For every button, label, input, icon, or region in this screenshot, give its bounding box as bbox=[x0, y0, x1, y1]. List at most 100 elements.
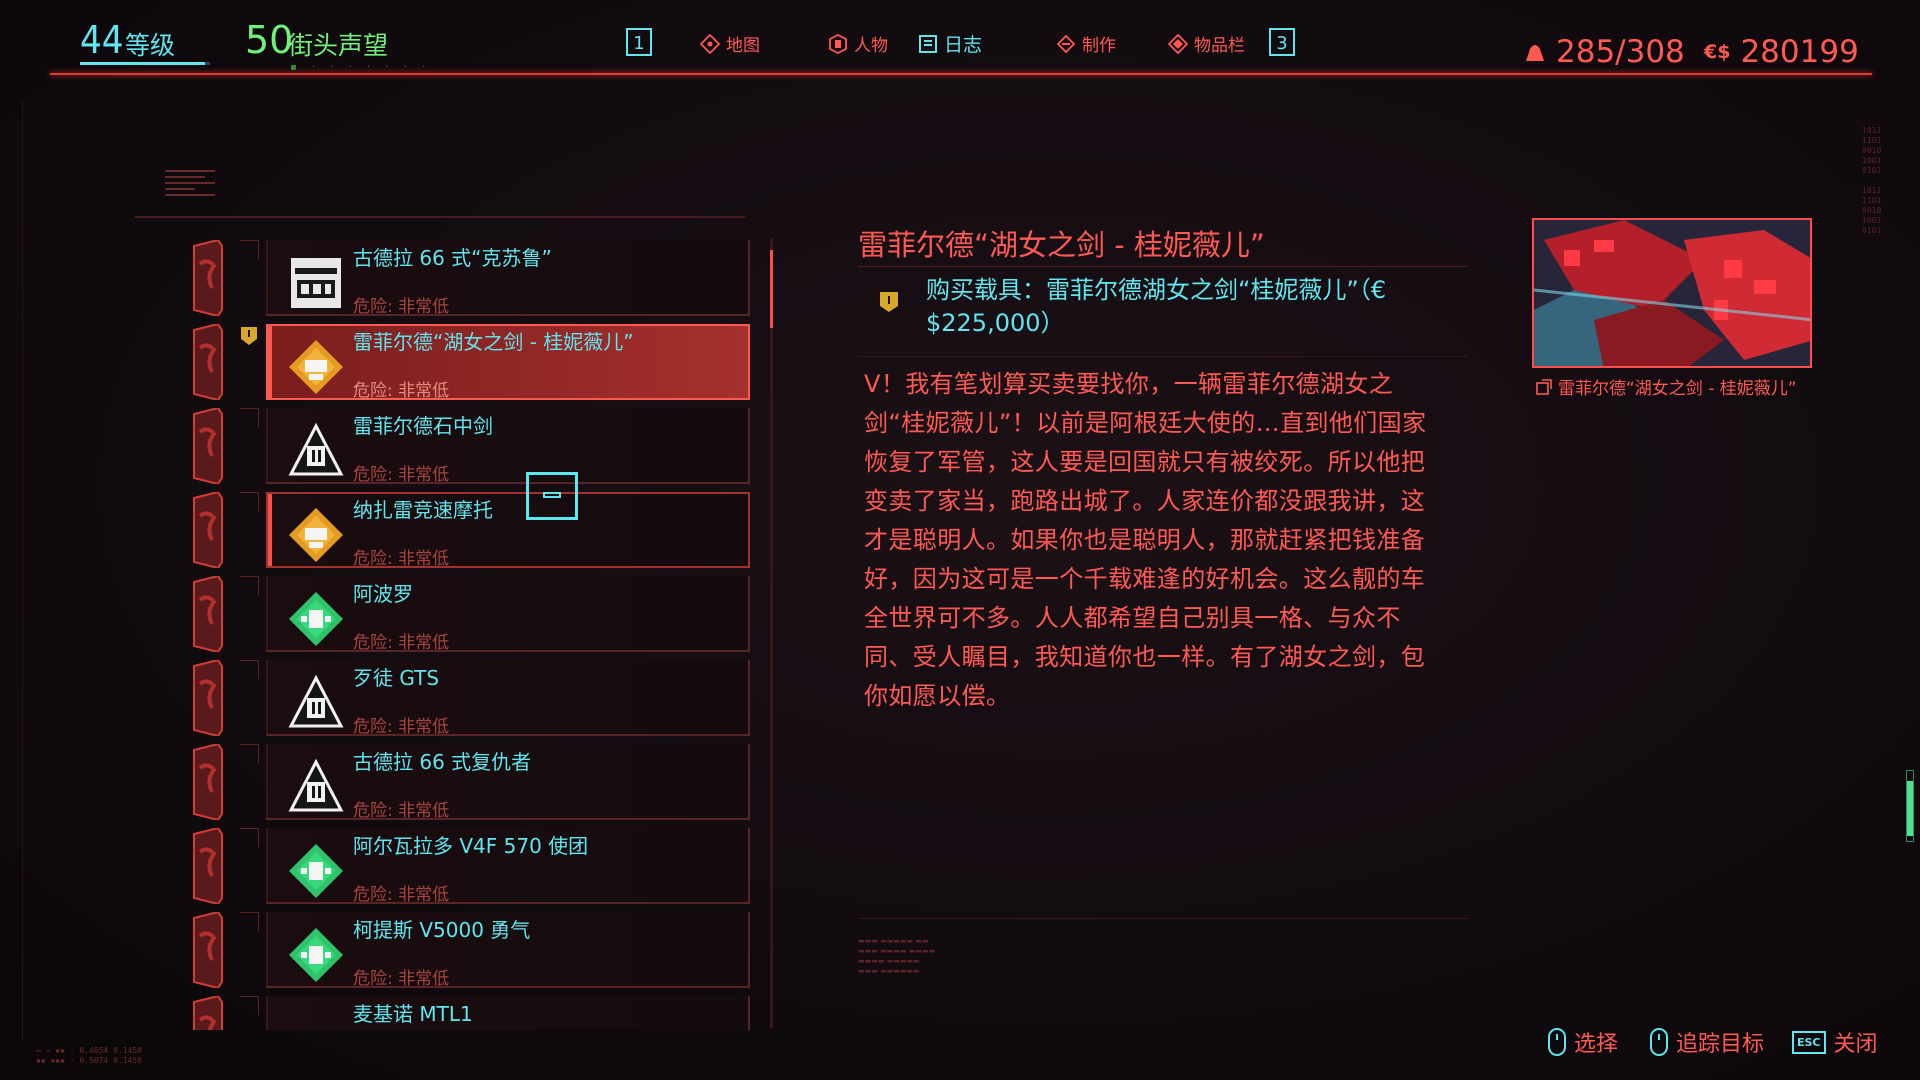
gig-category-tab-icon bbox=[193, 324, 223, 400]
gig-category-tab-icon bbox=[193, 576, 223, 652]
list-scrollbar[interactable] bbox=[770, 238, 773, 1028]
right-scroll-indicator bbox=[1906, 770, 1914, 842]
gig-list-item[interactable]: 阿尔瓦拉多 V4F 570 使团 危险: 非常低 bbox=[190, 828, 760, 912]
prev-tab-key[interactable]: 1 bbox=[626, 28, 652, 56]
gig-risk-level: 危险: 非常低 bbox=[353, 717, 450, 737]
gig-title: 歹徒 GTS bbox=[353, 666, 440, 690]
gig-title: 古德拉 66 式“克苏鲁” bbox=[353, 246, 552, 270]
detail-divider bbox=[858, 266, 1468, 267]
gig-list-item[interactable]: 古德拉 66 式“克苏鲁” 危险: 非常低 bbox=[190, 240, 760, 324]
nav-tab-map-label: 地图 bbox=[726, 36, 760, 56]
level-progress-bar bbox=[80, 62, 210, 65]
gig-risk-level: 危险: 非常低 bbox=[353, 549, 450, 569]
hw-icon bbox=[289, 844, 343, 898]
gig-risk-level: 危险: 非常低 bbox=[353, 885, 450, 905]
mouse-right-icon bbox=[1650, 1028, 1668, 1056]
gig-list-item[interactable]: 柯提斯 V5000 勇气 危险: 非常低 bbox=[190, 912, 760, 996]
gig-list-item[interactable]: 雷菲尔德“湖女之剑 - 桂妮薇儿” 危险: 非常低 bbox=[190, 324, 760, 408]
gig-category-tab-icon bbox=[193, 996, 223, 1030]
nav-tab-character[interactable]: 人物 bbox=[828, 31, 888, 56]
gig-title: 阿波罗 bbox=[353, 582, 413, 606]
gig-title: 古德拉 66 式复仇者 bbox=[353, 750, 532, 774]
gig-category-tab-icon bbox=[193, 912, 223, 988]
next-tab-key[interactable]: 3 bbox=[1269, 28, 1295, 56]
hint-close[interactable]: ESC 关闭 bbox=[1792, 1026, 1878, 1058]
gig-corner-bracket bbox=[240, 660, 259, 679]
hint-track[interactable]: 追踪目标 bbox=[1650, 1026, 1764, 1058]
binary-decoration: 1011 1101 0010 1001 0101 1011 1101 0010 1001 0101 bbox=[1862, 126, 1882, 235]
gig-category-tab-icon bbox=[193, 492, 223, 568]
map-caption-text: 雷菲尔德“湖女之剑 - 桂妮薇儿” bbox=[1558, 379, 1797, 399]
gig-category-tab-icon bbox=[193, 408, 223, 484]
gig-list-item[interactable]: 麦基诺 MTL1 bbox=[190, 996, 760, 1030]
objective-text[interactable]: 购买载具：雷菲尔德湖女之剑“桂妮薇儿”（€$225,000） bbox=[926, 274, 1446, 340]
carry-weight-value: 285/308 bbox=[1556, 34, 1685, 70]
gig-category-tab-icon bbox=[193, 744, 223, 820]
hint-track-label: 追踪目标 bbox=[1676, 1032, 1765, 1057]
gig-list: 古德拉 66 式“克苏鲁” 危险: 非常低 雷菲尔德“湖女之剑 - 桂妮薇儿” 危险:… bbox=[190, 240, 760, 1030]
money-value: 280199 bbox=[1740, 34, 1859, 70]
gig-risk-level: 危险: 非常低 bbox=[353, 297, 450, 317]
detail-divider-2 bbox=[858, 356, 1468, 357]
hint-close-label: 关闭 bbox=[1833, 1032, 1878, 1057]
gig-category-tab-icon bbox=[193, 660, 223, 736]
inventory-icon bbox=[1168, 33, 1188, 54]
gig-list-item[interactable]: 阿波罗危险: 非常低 bbox=[190, 576, 760, 660]
nav-tab-inventory[interactable]: 物品栏 bbox=[1168, 31, 1245, 56]
hint-select[interactable]: 选择 bbox=[1548, 1026, 1618, 1058]
gig-title: 纳扎雷竞速摩托 bbox=[353, 498, 493, 522]
file-metadata-decoration: ▬▬▬ ▬▬▬▬▬ ▬▬ ▬▬▬ ▬▬▬▬ ▬▬▬▬ ▬▬▬▬ ▬▬▬▬▬ ▬▬▬ ▬… bbox=[858, 937, 936, 975]
gig-list-item[interactable]: 雷菲尔德石中剑危险: 非常低 bbox=[190, 408, 760, 492]
gig-title: 雷菲尔德“湖女之剑 - 桂妮薇儿” bbox=[353, 330, 634, 354]
character-icon bbox=[829, 33, 847, 54]
gig-list-item[interactable]: 歹徒 GTS 危险: 非常低 bbox=[190, 660, 760, 744]
nav-tab-crafting-label: 制作 bbox=[1082, 36, 1116, 56]
street-cred-label: 街头声望 bbox=[288, 31, 389, 60]
left-side-decoration bbox=[0, 100, 23, 1040]
street-cred-value: 50 bbox=[245, 18, 294, 62]
gig-risk-level: 危险: 非常低 bbox=[353, 381, 450, 401]
money: €$ 280199 bbox=[1704, 34, 1859, 70]
list-top-divider bbox=[135, 216, 745, 222]
list-scrollbar-thumb[interactable] bbox=[770, 250, 773, 328]
gig-card[interactable] bbox=[266, 996, 750, 1030]
centep-icon bbox=[288, 422, 344, 476]
wb-icon bbox=[289, 508, 343, 562]
journal-icon bbox=[919, 34, 937, 53]
watson-icon bbox=[291, 258, 341, 308]
gig-title: 麦基诺 MTL1 bbox=[353, 1002, 473, 1026]
carry-weight: 285/308 bbox=[1524, 34, 1685, 70]
location-map-thumbnail[interactable] bbox=[1532, 218, 1812, 368]
map-caption: 雷菲尔德“湖女之剑 - 桂妮薇儿” bbox=[1536, 374, 1797, 399]
gig-category-tab-icon bbox=[193, 240, 223, 316]
nav-tab-map[interactable]: 地图 bbox=[700, 31, 760, 56]
gig-risk-level: 危险: 非常低 bbox=[353, 633, 450, 653]
gig-category-tab-icon bbox=[193, 828, 223, 904]
gig-corner-bracket bbox=[240, 996, 259, 1015]
level-label: 等级 bbox=[125, 31, 176, 60]
nav-tab-journal[interactable]: 日志 bbox=[918, 30, 982, 57]
gig-list-item[interactable]: 古德拉 66 式复仇者 危险: 非常低 bbox=[190, 744, 760, 828]
nav-tab-crafting[interactable]: 制作 bbox=[1056, 31, 1116, 56]
hw-icon bbox=[289, 592, 343, 646]
gig-corner-bracket bbox=[240, 828, 259, 847]
crafting-icon bbox=[1056, 34, 1076, 53]
objective-marker-icon bbox=[880, 292, 898, 312]
header-divider bbox=[50, 73, 1872, 75]
centep-icon bbox=[288, 674, 344, 728]
gig-detail-title: 雷菲尔德“湖女之剑 - 桂妮薇儿” bbox=[858, 228, 1265, 262]
gig-corner-bracket bbox=[240, 240, 259, 259]
gig-corner-bracket bbox=[240, 576, 259, 595]
hint-select-label: 选择 bbox=[1574, 1032, 1619, 1057]
quest-marker-icon bbox=[241, 327, 257, 345]
gig-risk-level: 危险: 非常低 bbox=[353, 465, 450, 485]
gig-list-item[interactable]: 纳扎雷竞速摩托危险: 非常低 bbox=[190, 492, 760, 576]
esc-key-icon: ESC bbox=[1792, 1030, 1826, 1054]
mouse-cursor bbox=[526, 472, 578, 520]
level-value: 44 bbox=[80, 18, 124, 62]
nav-tab-character-label: 人物 bbox=[854, 36, 888, 56]
gig-risk-level: 危险: 非常低 bbox=[353, 969, 450, 989]
gig-title: 雷菲尔德石中剑 bbox=[353, 414, 493, 438]
nav-tab-journal-label: 日志 bbox=[944, 34, 983, 56]
centep-icon bbox=[288, 758, 344, 812]
